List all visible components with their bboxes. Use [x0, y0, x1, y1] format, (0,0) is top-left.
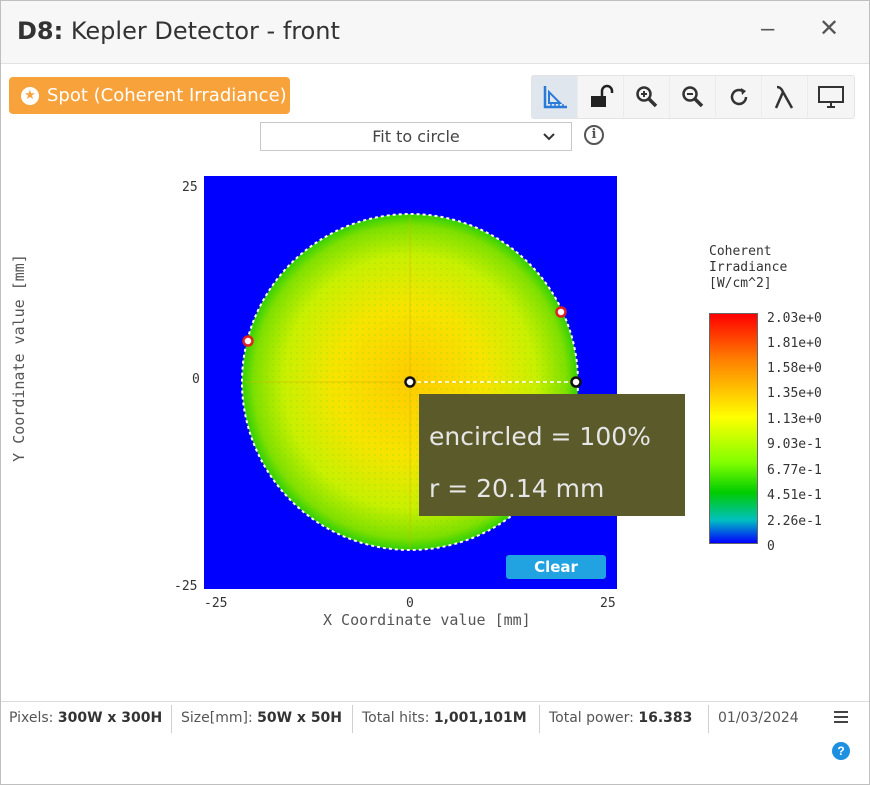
power-label: Total power: [549, 710, 634, 726]
x-tick-mid: 0 [406, 596, 414, 611]
x-axis-title: X Coordinate value [mm] [323, 611, 531, 629]
status-bar: Pixels: 300W x 300H Size[mm]: 50W x 50H … [1, 701, 869, 735]
colorbar-label: 1.81e+0 [767, 336, 822, 351]
display-button[interactable] [808, 76, 854, 118]
chevron-down-icon [543, 133, 555, 141]
refresh-button[interactable] [716, 76, 762, 118]
clear-button[interactable]: Clear [506, 555, 606, 579]
hits-value: 1,001,101M [433, 710, 527, 726]
fit-mode-select[interactable]: Fit to circle [260, 122, 572, 151]
divider [539, 705, 540, 733]
info-icon[interactable]: i [584, 125, 604, 145]
star-icon: ★ [21, 86, 39, 105]
center-marker[interactable] [404, 376, 416, 388]
detector-id: D8: [17, 17, 64, 45]
pixels-label: Pixels: [9, 710, 54, 726]
y-tick-bottom: -25 [174, 579, 198, 594]
size-value: 50W x 50H [257, 710, 343, 726]
spot-mode-button[interactable]: ★ Spot (Coherent Irradiance) [9, 77, 290, 114]
refresh-icon [730, 88, 747, 106]
irradiance-plot[interactable] [204, 176, 617, 589]
hits-label: Total hits: [362, 710, 430, 726]
minimize-button[interactable]: – [761, 15, 774, 43]
close-button[interactable]: ✕ [819, 15, 839, 43]
colorbar-label: 6.77e-1 [767, 463, 822, 478]
size-label: Size[mm]: [181, 710, 253, 726]
ruler-axes-icon [543, 86, 567, 109]
hits-stat: Total hits: 1,001,101M [362, 710, 527, 726]
ruler-axes-button[interactable] [532, 76, 578, 118]
y-tick-mid: 0 [192, 372, 200, 387]
marker-right[interactable] [555, 306, 567, 318]
irradiance-spot-image [241, 213, 582, 551]
zoom-out-button[interactable] [670, 76, 716, 118]
colorbar-label: 1.58e+0 [767, 361, 822, 376]
colorbar [709, 313, 758, 544]
y-tick-top: 25 [182, 180, 198, 195]
encircled-percent: encircled = 100% [429, 422, 651, 451]
menu-icon[interactable] [833, 710, 849, 724]
wavelength-button[interactable] [762, 76, 808, 118]
monitor-icon [818, 86, 844, 108]
fit-mode-value: Fit to circle [372, 127, 460, 146]
x-tick-right: 25 [600, 596, 616, 611]
colorbar-label: 2.26e-1 [767, 514, 822, 529]
window-title: D8: Kepler Detector - front [17, 17, 340, 45]
zoom-out-icon [681, 86, 703, 108]
detector-name: Kepler Detector - front [70, 17, 340, 45]
unlock-icon [590, 84, 613, 107]
size-stat: Size[mm]: 50W x 50H [181, 710, 342, 726]
divider [708, 705, 709, 733]
colorbar-label: 1.35e+0 [767, 386, 822, 401]
lambda-icon [774, 85, 793, 109]
help-icon[interactable]: ? [832, 742, 850, 760]
x-tick-left: -25 [204, 596, 228, 611]
y-axis-title: Y Coordinate value [mm] [10, 254, 28, 462]
power-stat: Total power: 16.383 [549, 710, 692, 726]
colorbar-label: 4.51e-1 [767, 488, 822, 503]
encircled-readout: encircled = 100% r = 20.14 mm [419, 394, 685, 516]
radius-handle[interactable] [570, 376, 582, 388]
date-stat: 01/03/2024 [718, 710, 799, 726]
spot-mode-label: Spot (Coherent Irradiance) [47, 85, 287, 106]
divider [352, 705, 353, 733]
divider [171, 705, 172, 733]
plot-toolbar [531, 75, 855, 119]
colorbar-label: 0 [767, 539, 775, 554]
unlock-button[interactable] [578, 76, 624, 118]
detector-window: D8: Kepler Detector - front – ✕ ★ Spot (… [0, 0, 870, 785]
zoom-in-button[interactable] [624, 76, 670, 118]
zoom-in-icon [635, 86, 657, 108]
title-bar: D8: Kepler Detector - front – ✕ [1, 1, 869, 64]
marker-left[interactable] [242, 335, 254, 347]
pixels-value: 300W x 300H [57, 710, 163, 726]
encircled-radius: r = 20.14 mm [429, 474, 605, 503]
pixels-stat: Pixels: 300W x 300H [9, 710, 162, 726]
colorbar-label: 2.03e+0 [767, 311, 822, 326]
colorbar-label: 9.03e-1 [767, 437, 822, 452]
colorbar-label: 1.13e+0 [767, 412, 822, 427]
power-value: 16.383 [638, 710, 693, 726]
legend-title: Coherent Irradiance [W/cm^2] [709, 244, 788, 291]
